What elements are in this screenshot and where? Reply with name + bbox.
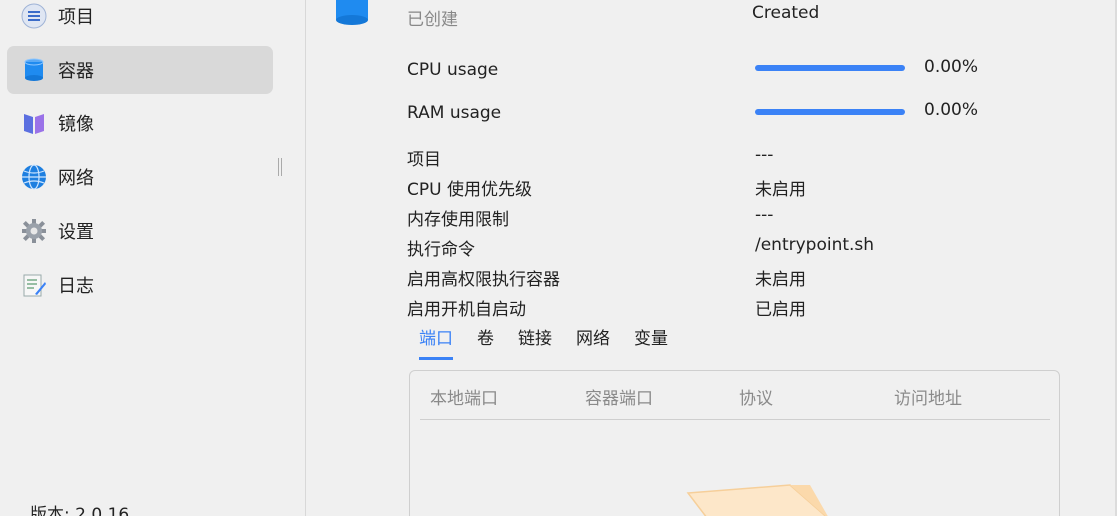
cpu-usage-bar — [755, 65, 905, 71]
container-icon — [336, 0, 368, 25]
sidebar-item-label: 容器 — [58, 61, 94, 82]
ports-table-header: 本地端口 容器端口 协议 访问地址 — [420, 371, 1050, 420]
column-local-port: 本地端口 — [430, 389, 498, 409]
container-details: 已创建 Created CPU usage 0.00% RAM usage 0.… — [307, 0, 1117, 516]
tab-volumes[interactable]: 卷 — [477, 324, 494, 360]
sidebar-item-label: 项目 — [58, 7, 94, 28]
gear-icon — [20, 217, 48, 245]
column-container-port: 容器端口 — [585, 389, 653, 409]
sidebar: 项目 容器 镜像 网络 设置 日志 版本: 2.0.16 — [0, 0, 306, 516]
sidebar-item-settings[interactable]: 设置 — [7, 207, 273, 255]
ram-usage-bar — [755, 109, 905, 115]
tab-links[interactable]: 链接 — [518, 324, 552, 360]
detail-value-privileged: 未启用 — [755, 270, 806, 290]
detail-value-memory-limit: --- — [755, 205, 774, 225]
cpu-usage-label: CPU usage — [407, 60, 499, 80]
sidebar-item-network[interactable]: 网络 — [7, 153, 273, 201]
detail-value-project: --- — [755, 145, 774, 165]
ram-usage-value: 0.00% — [924, 100, 979, 120]
detail-tabs: 端口 卷 链接 网络 变量 — [407, 324, 692, 360]
status-label: 已创建 — [407, 10, 458, 30]
sidebar-item-label: 日志 — [58, 276, 94, 297]
empty-box-icon — [686, 484, 828, 516]
ports-table: 本地端口 容器端口 协议 访问地址 — [409, 370, 1060, 516]
detail-label-privileged: 启用高权限执行容器 — [407, 270, 560, 290]
tab-ports[interactable]: 端口 — [419, 324, 453, 360]
detail-label-autostart: 启用开机自启动 — [407, 300, 526, 320]
app-window: 项目 容器 镜像 网络 设置 日志 版本: 2.0.16 已创建 Created… — [0, 0, 1117, 516]
sidebar-item-logs[interactable]: 日志 — [7, 261, 273, 309]
globe-icon — [20, 163, 48, 191]
detail-label-memory-limit: 内存使用限制 — [407, 210, 509, 230]
sidebar-item-label: 镜像 — [58, 114, 94, 135]
sidebar-item-label: 设置 — [58, 222, 94, 243]
cpu-usage-value: 0.00% — [924, 57, 979, 77]
detail-label-command: 执行命令 — [407, 240, 475, 260]
detail-value-cpu-priority: 未启用 — [755, 180, 806, 200]
sidebar-resize-handle[interactable] — [278, 158, 282, 176]
sidebar-item-projects[interactable]: 项目 — [7, 0, 273, 40]
sidebar-item-label: 网络 — [58, 168, 94, 189]
detail-value-autostart: 已启用 — [755, 300, 806, 320]
detail-value-command: /entrypoint.sh — [755, 235, 875, 255]
detail-label-project: 项目 — [407, 150, 441, 170]
status-value: Created — [752, 3, 820, 23]
detail-label-cpu-priority: CPU 使用优先级 — [407, 180, 532, 200]
sidebar-item-images[interactable]: 镜像 — [7, 99, 273, 147]
tab-variables[interactable]: 变量 — [634, 324, 668, 360]
container-icon — [20, 56, 48, 84]
column-protocol: 协议 — [739, 389, 773, 409]
image-icon — [20, 109, 48, 137]
sidebar-item-containers[interactable]: 容器 — [7, 46, 273, 94]
list-icon — [20, 2, 48, 30]
tab-network[interactable]: 网络 — [576, 324, 610, 360]
version-label: 版本: 2.0.16 — [30, 505, 130, 516]
column-access-address: 访问地址 — [894, 389, 962, 409]
ram-usage-label: RAM usage — [407, 103, 502, 123]
log-icon — [20, 271, 48, 299]
